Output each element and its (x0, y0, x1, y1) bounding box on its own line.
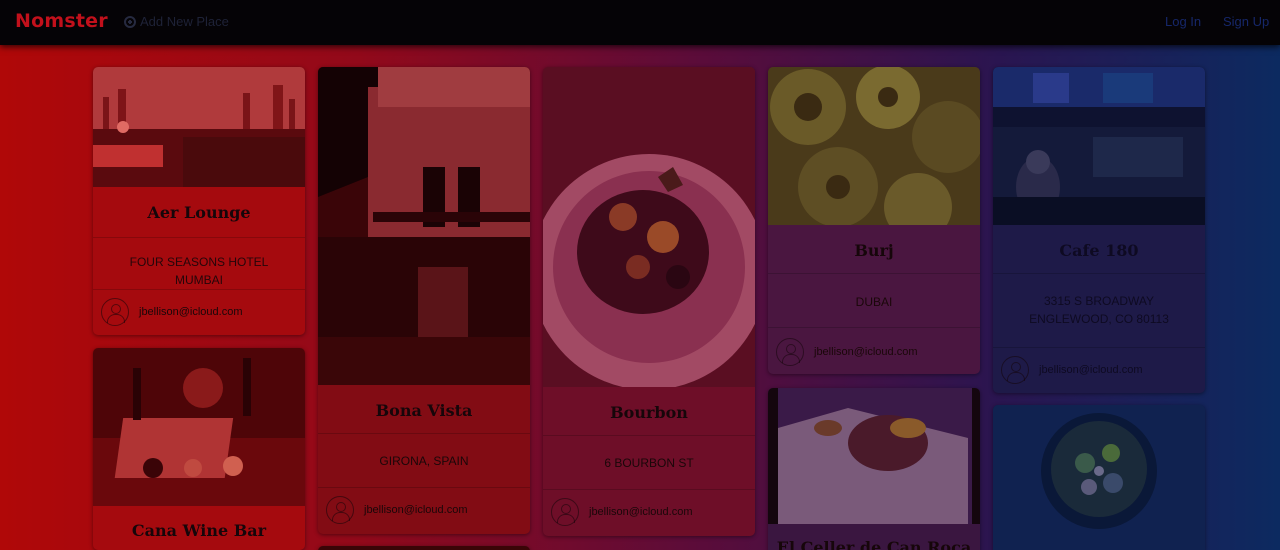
place-address: FOUR SEASONS HOTEL MUMBAI (129, 255, 269, 287)
place-name[interactable]: El Celler de Can Roca (768, 538, 980, 550)
place-photo (768, 67, 980, 225)
place-card[interactable]: Bourbon 6 BOURBON ST jbellison@icloud.co… (543, 67, 755, 536)
place-user: jbellison@icloud.com (326, 496, 468, 524)
user-avatar-icon (326, 496, 354, 524)
login-link[interactable]: Log In (1165, 14, 1201, 29)
divider (768, 273, 980, 274)
place-address: 3315 S BROADWAY ENGLEWOOD, CO 80113 (1029, 294, 1169, 326)
plus-circle-icon (124, 15, 136, 28)
place-card[interactable]: Cana Wine Bar (93, 348, 305, 550)
signup-link[interactable]: Sign Up (1223, 14, 1269, 29)
place-card[interactable] (993, 405, 1205, 550)
divider (768, 327, 980, 328)
place-address: GIRONA, SPAIN (379, 454, 469, 468)
place-card[interactable] (318, 546, 530, 550)
place-name[interactable]: Burj (768, 241, 980, 260)
user-avatar-icon (101, 298, 129, 326)
place-name[interactable]: Bourbon (543, 403, 755, 422)
place-user: jbellison@icloud.com (551, 498, 693, 526)
place-card[interactable]: Burj DUBAI jbellison@icloud.com (768, 67, 980, 374)
user-email: jbellison@icloud.com (364, 504, 468, 516)
brand-logo[interactable]: Nomster (15, 10, 108, 32)
place-photo (93, 348, 305, 506)
place-photo (543, 67, 755, 387)
place-card[interactable]: Aer Lounge FOUR SEASONS HOTEL MUMBAI jbe… (93, 67, 305, 335)
place-name[interactable]: Aer Lounge (93, 203, 305, 222)
place-card[interactable]: El Celler de Can Roca (768, 388, 980, 550)
place-user: jbellison@icloud.com (1001, 356, 1143, 384)
divider (993, 347, 1205, 348)
user-avatar-icon (776, 338, 804, 366)
add-new-place-link[interactable]: Add New Place (124, 14, 229, 29)
divider (93, 289, 305, 290)
divider (543, 435, 755, 436)
user-email: jbellison@icloud.com (139, 306, 243, 318)
place-photo (768, 388, 980, 524)
divider (318, 433, 530, 434)
place-card[interactable]: Bona Vista GIRONA, SPAIN jbellison@iclou… (318, 67, 530, 534)
user-email: jbellison@icloud.com (589, 506, 693, 518)
user-email: jbellison@icloud.com (1039, 364, 1143, 376)
place-name[interactable]: Cana Wine Bar (93, 521, 305, 540)
navbar: Nomster Add New Place Log In Sign Up (0, 0, 1280, 45)
divider (993, 273, 1205, 274)
user-email: jbellison@icloud.com (814, 346, 918, 358)
place-name[interactable]: Bona Vista (318, 401, 530, 420)
divider (93, 237, 305, 238)
user-avatar-icon (551, 498, 579, 526)
divider (543, 489, 755, 490)
place-address: DUBAI (855, 295, 893, 309)
place-card[interactable]: Cafe 180 3315 S BROADWAY ENGLEWOOD, CO 8… (993, 67, 1205, 393)
divider (318, 487, 530, 488)
place-photo (318, 67, 530, 385)
place-photo (993, 405, 1205, 550)
place-address: 6 BOURBON ST (604, 456, 694, 470)
place-photo (993, 67, 1205, 225)
place-user: jbellison@icloud.com (776, 338, 918, 366)
add-new-place-label: Add New Place (140, 14, 229, 29)
place-name[interactable]: Cafe 180 (993, 241, 1205, 260)
user-avatar-icon (1001, 356, 1029, 384)
place-photo (93, 67, 305, 187)
place-user: jbellison@icloud.com (101, 298, 243, 326)
